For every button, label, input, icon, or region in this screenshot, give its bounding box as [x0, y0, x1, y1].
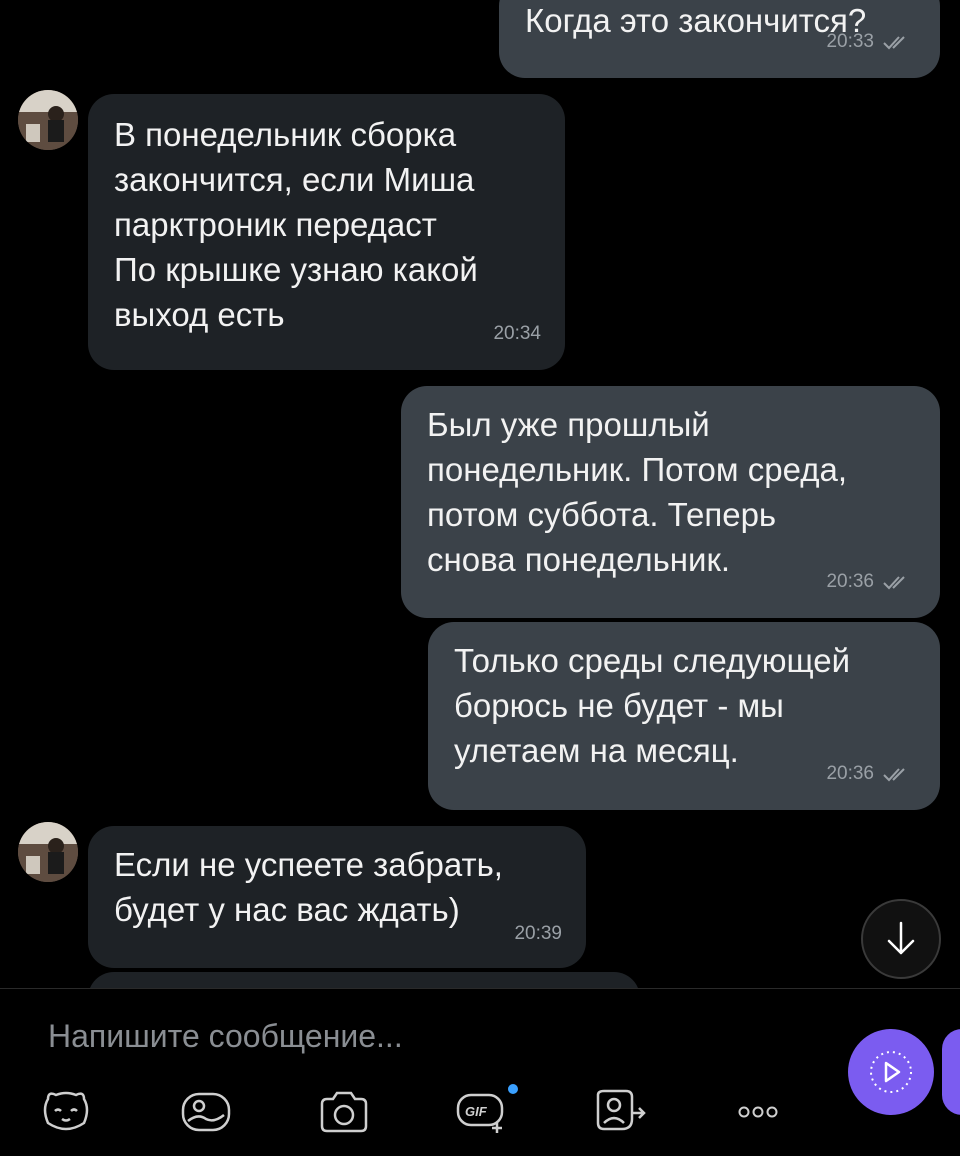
message-bubble-incoming[interactable]: В понедельник сборка закончится, если Ми… — [88, 94, 565, 370]
message-text: Был уже прошлый понедельник. Потом среда… — [427, 406, 848, 578]
voice-message-button[interactable] — [848, 1029, 934, 1115]
sticker-icon — [43, 1091, 89, 1131]
message-time: 20:36 — [826, 571, 874, 592]
sender-avatar[interactable] — [18, 90, 78, 150]
message-list: Когда это закончится? 20:33 В понедельни… — [0, 0, 960, 988]
message-input[interactable] — [46, 1011, 810, 1061]
message-text: Если не успеете забрать, будет у нас вас… — [114, 846, 503, 928]
message-bubble-incoming[interactable] — [88, 972, 640, 988]
image-icon — [181, 1092, 231, 1132]
read-checkmark-icon — [883, 575, 905, 589]
avatar-photo — [18, 822, 78, 882]
new-indicator-dot — [508, 1084, 518, 1094]
gif-button[interactable]: GIF — [455, 1084, 511, 1140]
svg-text:GIF: GIF — [465, 1104, 488, 1119]
sender-avatar[interactable] — [18, 822, 78, 882]
message-bubble-incoming[interactable]: Если не успеете забрать, будет у нас вас… — [88, 826, 586, 968]
gif-icon: GIF — [456, 1093, 504, 1133]
message-meta: 20:36 — [826, 751, 910, 796]
avatar-photo — [18, 90, 78, 150]
gallery-button[interactable] — [178, 1084, 234, 1140]
message-meta: 20:39 — [514, 911, 562, 956]
message-meta: 20:36 — [826, 559, 910, 604]
mention-icon — [596, 1089, 646, 1131]
message-meta: 20:34 — [493, 311, 541, 356]
message-meta: 20:33 — [826, 19, 910, 64]
message-text: Только среды следующей борюсь не будет -… — [454, 642, 851, 769]
message-time: 20:34 — [493, 323, 541, 344]
message-bubble-outgoing[interactable]: Был уже прошлый понедельник. Потом среда… — [401, 386, 940, 618]
camera-icon — [320, 1091, 368, 1133]
message-time: 20:36 — [826, 763, 874, 784]
arrow-down-icon — [887, 921, 915, 955]
scroll-to-bottom-button[interactable] — [861, 899, 941, 979]
read-checkmark-icon — [883, 35, 905, 49]
camera-button[interactable] — [316, 1084, 372, 1140]
message-time: 20:39 — [514, 923, 562, 944]
message-text: Когда это закончится? — [525, 2, 867, 39]
message-text: В понедельник сборка закончится, если Ми… — [114, 116, 478, 333]
more-button[interactable] — [730, 1084, 786, 1140]
message-time: 20:33 — [826, 31, 874, 52]
message-bubble-outgoing[interactable]: Только среды следующей борюсь не будет -… — [428, 622, 940, 810]
message-bubble-outgoing[interactable]: Когда это закончится? 20:33 — [499, 0, 940, 78]
secondary-action-button[interactable] — [942, 1029, 960, 1115]
more-icon — [738, 1106, 778, 1118]
message-composer: GIF — [0, 988, 960, 1156]
sticker-button[interactable] — [38, 1084, 94, 1140]
play-circle-icon — [870, 1051, 912, 1093]
read-checkmark-icon — [883, 767, 905, 781]
mention-button[interactable] — [592, 1084, 648, 1140]
